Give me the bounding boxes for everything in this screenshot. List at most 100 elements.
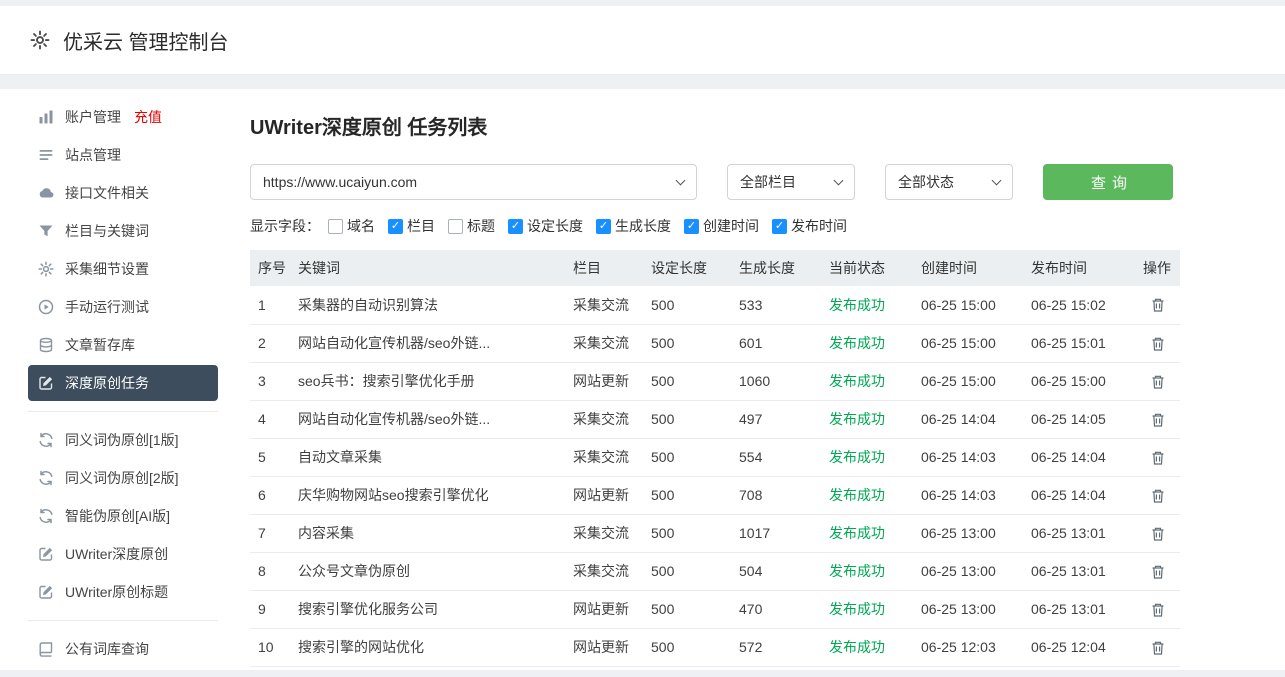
- sidebar-item-4[interactable]: 栏目与关键词: [28, 213, 218, 249]
- delete-icon[interactable]: [1150, 526, 1166, 542]
- created-cell: 06-25 14:03: [913, 438, 1023, 476]
- delete-icon[interactable]: [1150, 412, 1166, 428]
- sidebar-item-label: 同义词伪原创[1版]: [65, 430, 179, 450]
- sidebar-item-14[interactable]: 公有词库查询: [28, 631, 218, 667]
- checkbox-checked-icon[interactable]: ✓: [772, 219, 787, 234]
- gen-length-cell: 572: [731, 628, 821, 666]
- index-cell: 4: [250, 400, 290, 438]
- created-cell: 06-25 15:00: [913, 286, 1023, 324]
- sidebar-item-1[interactable]: 账户管理充值: [28, 99, 218, 135]
- column-cell: 网站更新: [565, 476, 643, 514]
- keyword-cell: 网站自动化宣传机器/seo外链...: [290, 324, 565, 362]
- sidebar-item-9[interactable]: 同义词伪原创[1版]: [28, 422, 218, 458]
- checkbox-checked-icon[interactable]: ✓: [684, 219, 699, 234]
- field-checkbox-3[interactable]: 标题: [448, 216, 495, 236]
- set-length-cell: 500: [643, 400, 731, 438]
- gear-icon: [30, 30, 50, 50]
- sidebar-item-6[interactable]: 手动运行测试: [28, 289, 218, 325]
- published-cell: 06-25 14:04: [1023, 476, 1135, 514]
- delete-icon[interactable]: [1150, 640, 1166, 656]
- delete-icon[interactable]: [1150, 564, 1166, 580]
- field-checkbox-4[interactable]: ✓设定长度: [508, 216, 583, 236]
- column-cell: 网站更新: [565, 362, 643, 400]
- recharge-badge[interactable]: 充值: [134, 107, 162, 127]
- sidebar-item-11[interactable]: 智能伪原创[AI版]: [28, 498, 218, 534]
- sidebar-item-8[interactable]: 深度原创任务: [28, 365, 218, 401]
- set-length-cell: 500: [643, 628, 731, 666]
- index-cell: 1: [250, 286, 290, 324]
- chevron-down-icon: [992, 176, 1002, 186]
- published-cell: 06-25 15:00: [1023, 362, 1135, 400]
- sidebar-item-2[interactable]: 站点管理: [28, 137, 218, 173]
- keyword-cell: 公众号文章伪原创: [290, 552, 565, 590]
- created-cell: 06-25 12:03: [913, 628, 1023, 666]
- delete-icon[interactable]: [1150, 602, 1166, 618]
- status-cell: 发布成功: [821, 400, 913, 438]
- sidebar-item-label: 账户管理: [65, 107, 121, 127]
- table-row: 9搜索引擎优化服务公司网站更新500470发布成功06-25 13:0006-2…: [250, 590, 1180, 628]
- column-select[interactable]: 全部栏目: [727, 164, 855, 200]
- checkbox-checked-icon[interactable]: ✓: [508, 219, 523, 234]
- filter-row: https://www.ucaiyun.com 全部栏目 全部状态 查询: [250, 164, 1285, 200]
- checkbox-unchecked-icon[interactable]: [328, 219, 343, 234]
- action-cell: [1135, 476, 1180, 514]
- gen-length-cell: 601: [731, 324, 821, 362]
- sidebar-item-label: 智能伪原创[AI版]: [65, 506, 170, 526]
- checkbox-checked-icon[interactable]: ✓: [596, 219, 611, 234]
- sidebar-item-10[interactable]: 同义词伪原创[2版]: [28, 460, 218, 496]
- sidebar-item-12[interactable]: UWriter深度原创: [28, 536, 218, 572]
- gen-length-cell: 554: [731, 438, 821, 476]
- delete-icon[interactable]: [1150, 336, 1166, 352]
- checkbox-unchecked-icon[interactable]: [448, 219, 463, 234]
- delete-icon[interactable]: [1150, 450, 1166, 466]
- page-title: UWriter深度原创 任务列表: [250, 111, 1285, 140]
- status-cell: 发布成功: [821, 628, 913, 666]
- sidebar-item-5[interactable]: 采集细节设置: [28, 251, 218, 287]
- published-cell: 06-25 13:01: [1023, 552, 1135, 590]
- checkbox-checked-icon[interactable]: ✓: [388, 219, 403, 234]
- column-cell: 采集交流: [565, 514, 643, 552]
- field-checkbox-2[interactable]: ✓栏目: [388, 216, 435, 236]
- field-checkbox-label: 生成长度: [615, 216, 671, 236]
- set-length-cell: 500: [643, 286, 731, 324]
- gears-icon: [38, 261, 54, 277]
- sidebar-item-13[interactable]: UWriter原创标题: [28, 574, 218, 610]
- delete-icon[interactable]: [1150, 488, 1166, 504]
- sidebar-item-label: UWriter原创标题: [65, 582, 168, 602]
- sidebar-item-15[interactable]: 正文识别演示: [28, 669, 218, 670]
- sidebar-item-7[interactable]: 文章暂存库: [28, 327, 218, 363]
- delete-icon[interactable]: [1150, 374, 1166, 390]
- action-cell: [1135, 362, 1180, 400]
- field-checkbox-6[interactable]: ✓创建时间: [684, 216, 759, 236]
- status-select[interactable]: 全部状态: [885, 164, 1013, 200]
- field-checkbox-5[interactable]: ✓ 生成长度: [596, 216, 671, 236]
- action-cell: [1135, 324, 1180, 362]
- field-checkbox-7[interactable]: ✓发布时间: [772, 216, 847, 236]
- status-cell: 发布成功: [821, 476, 913, 514]
- delete-icon[interactable]: [1150, 297, 1166, 313]
- keyword-cell: 庆华购物网站seo搜索引擎优化: [290, 476, 565, 514]
- query-button[interactable]: 查询: [1043, 164, 1173, 200]
- column-cell: 网站更新: [565, 628, 643, 666]
- domain-select[interactable]: https://www.ucaiyun.com: [250, 164, 697, 200]
- column-cell: 采集交流: [565, 400, 643, 438]
- index-cell: 8: [250, 552, 290, 590]
- sync-icon: [38, 508, 54, 524]
- column-select-value: 全部栏目: [740, 172, 796, 192]
- created-cell: 06-25 13:00: [913, 552, 1023, 590]
- status-cell: 发布成功: [821, 590, 913, 628]
- sidebar-item-label: 接口文件相关: [65, 183, 149, 203]
- bar-chart-icon: [38, 109, 54, 125]
- sidebar-divider: [28, 411, 218, 412]
- sidebar: 账户管理充值站点管理接口文件相关栏目与关键词采集细节设置手动运行测试文章暂存库深…: [0, 89, 240, 670]
- app-title: 优采云 管理控制台: [63, 26, 229, 55]
- table-row: 8公众号文章伪原创采集交流500504发布成功06-25 13:0006-25 …: [250, 552, 1180, 590]
- set-length-cell: 500: [643, 476, 731, 514]
- sidebar-item-3[interactable]: 接口文件相关: [28, 175, 218, 211]
- created-cell: 06-25 13:00: [913, 590, 1023, 628]
- field-checkbox-1[interactable]: 域名: [328, 216, 375, 236]
- column-header: 关键词: [290, 250, 565, 286]
- gen-length-cell: 533: [731, 286, 821, 324]
- action-cell: [1135, 590, 1180, 628]
- gen-length-cell: 1060: [731, 362, 821, 400]
